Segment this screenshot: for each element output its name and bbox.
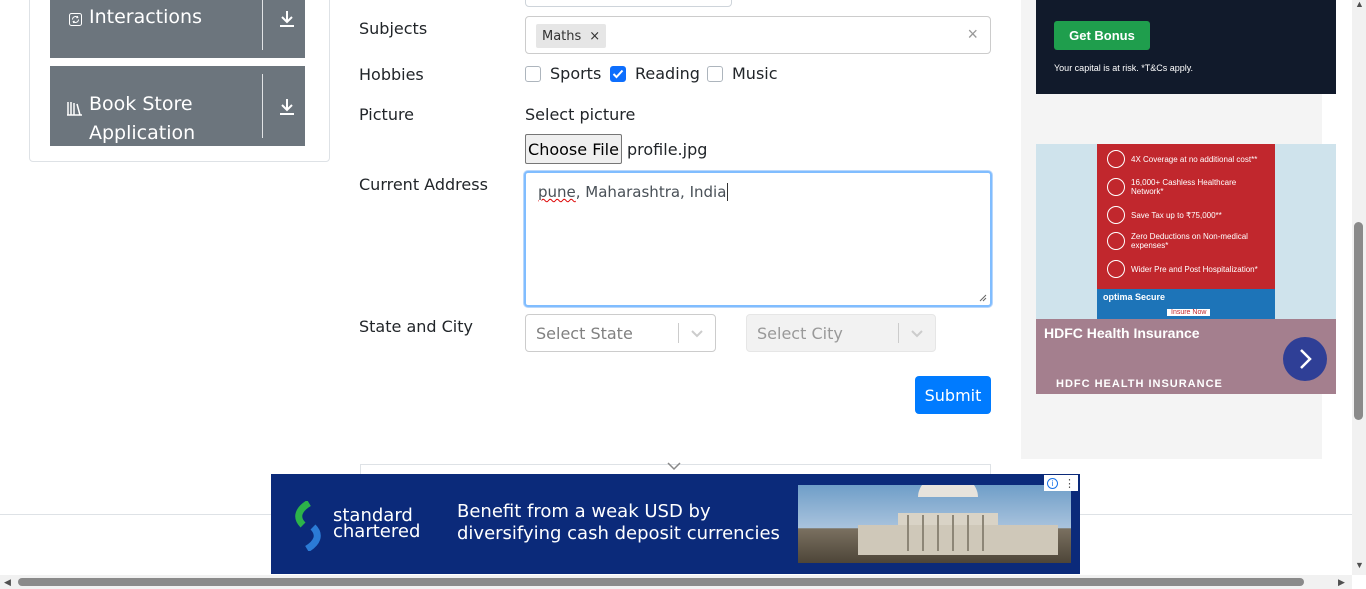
ad-logo-text: standard chartered xyxy=(333,505,421,542)
select-separator xyxy=(678,323,679,343)
subjects-input[interactable]: Maths × × xyxy=(525,16,991,54)
download-icon[interactable] xyxy=(276,96,298,118)
scroll-up-icon[interactable]: ▲ xyxy=(1355,0,1364,9)
hobby-reading[interactable]: Reading xyxy=(610,64,700,83)
scroll-right-icon[interactable]: ▶ xyxy=(1338,577,1345,588)
checkbox-reading[interactable] xyxy=(610,65,626,82)
sidebar-group-label: Book Store Application xyxy=(89,93,196,144)
chevron-down-icon xyxy=(691,330,703,338)
current-address-textarea[interactable]: pune, Maharashtra, India xyxy=(524,171,992,307)
ad-feature: 16,000+ Cashless Healthcare Network* xyxy=(1107,178,1267,196)
insure-now-button[interactable]: Insure Now xyxy=(1167,309,1211,316)
chevron-right-icon[interactable] xyxy=(1283,337,1327,381)
hobby-music[interactable]: Music xyxy=(707,64,778,83)
download-icon[interactable] xyxy=(276,8,298,30)
feature-icon xyxy=(1107,260,1125,278)
ad-title: HDFC Health Insurance xyxy=(1044,325,1200,341)
ad-feature: Wider Pre and Post Hospitalization* xyxy=(1107,260,1267,278)
select-separator xyxy=(898,323,899,343)
current-address-label: Current Address xyxy=(359,175,488,194)
sidebar-group-book-store[interactable]: Book Store Application xyxy=(50,66,305,146)
chevron-down-icon[interactable] xyxy=(667,462,681,471)
sidebar-group-label: Interactions xyxy=(89,6,202,28)
submit-button[interactable]: Submit xyxy=(915,376,991,414)
state-select[interactable]: Select State xyxy=(525,314,716,352)
file-name: profile.jpg xyxy=(627,140,708,159)
ad-disclaimer: Your capital is at risk. *T&Cs apply. xyxy=(1054,63,1194,73)
hobby-sports[interactable]: Sports xyxy=(525,64,601,83)
sidebar-group-interactions[interactable]: Interactions xyxy=(50,0,305,58)
ad-product-name: optima Secure xyxy=(1103,292,1166,302)
vertical-scroll-thumb[interactable] xyxy=(1354,222,1363,420)
hobby-label: Music xyxy=(732,64,778,83)
ad-feature: Zero Deductions on Non-medical expenses* xyxy=(1107,232,1267,250)
hobbies-label: Hobbies xyxy=(359,65,424,84)
subjects-label: Subjects xyxy=(359,19,428,38)
subject-chip-label: Maths xyxy=(542,28,582,44)
subject-chip: Maths × xyxy=(536,24,607,48)
standard-chartered-logo-icon xyxy=(295,501,321,551)
state-city-label: State and City xyxy=(359,317,473,336)
checkbox-sports[interactable] xyxy=(525,65,541,82)
books-icon xyxy=(67,100,83,116)
check-icon xyxy=(612,69,624,78)
ad-brand: HDFC HEALTH INSURANCE xyxy=(1056,378,1223,390)
scroll-down-icon[interactable]: ▼ xyxy=(1355,560,1364,570)
group-divider xyxy=(262,74,263,138)
chip-remove-button[interactable]: × xyxy=(589,29,600,44)
ad-banner-top[interactable]: Get Bonus Your capital is at risk. *T&Cs… xyxy=(1036,0,1336,94)
ad-info-icon[interactable]: i ⋮ xyxy=(1044,475,1078,491)
horizontal-scroll-thumb[interactable] xyxy=(18,578,1304,586)
get-bonus-button[interactable]: Get Bonus xyxy=(1054,21,1150,50)
feature-icon xyxy=(1107,206,1125,224)
select-picture-label: Select picture xyxy=(525,105,636,124)
capitol-image xyxy=(798,473,1071,563)
hobby-label: Sports xyxy=(550,64,602,83)
previous-input[interactable] xyxy=(525,0,732,7)
chevron-down-icon xyxy=(911,330,923,338)
address-text: , Maharashtra, India xyxy=(575,183,727,201)
address-misspelled-word: pune xyxy=(538,183,576,201)
resize-handle-icon[interactable] xyxy=(979,294,987,302)
state-placeholder: Select State xyxy=(536,324,633,343)
group-divider xyxy=(262,0,263,50)
ad-headline: Benefit from a weak USD by diversifying … xyxy=(457,501,780,544)
checkbox-music[interactable] xyxy=(707,65,723,82)
hobby-label: Reading xyxy=(635,64,700,83)
ad-feature: 4X Coverage at no additional cost** xyxy=(1107,150,1267,168)
ad-banner-health[interactable]: 4X Coverage at no additional cost** 16,0… xyxy=(1036,144,1336,394)
feature-icon xyxy=(1107,150,1125,168)
city-placeholder: Select City xyxy=(757,324,843,343)
feature-icon xyxy=(1107,178,1125,196)
picture-label: Picture xyxy=(359,105,415,124)
clear-all-button[interactable]: × xyxy=(967,24,978,45)
ad-banner-bottom[interactable]: standard chartered Benefit from a weak U… xyxy=(271,473,1080,574)
refresh-icon xyxy=(67,11,83,27)
ad-feature: Save Tax up to ₹75,000** xyxy=(1107,206,1267,224)
city-select[interactable]: Select City xyxy=(746,314,936,352)
ad-product-strip: optima Secure Insure Now xyxy=(1097,289,1275,319)
choose-file-button[interactable]: Choose File xyxy=(525,134,622,164)
scroll-left-icon[interactable]: ◀ xyxy=(4,577,11,588)
feature-icon xyxy=(1107,232,1125,250)
